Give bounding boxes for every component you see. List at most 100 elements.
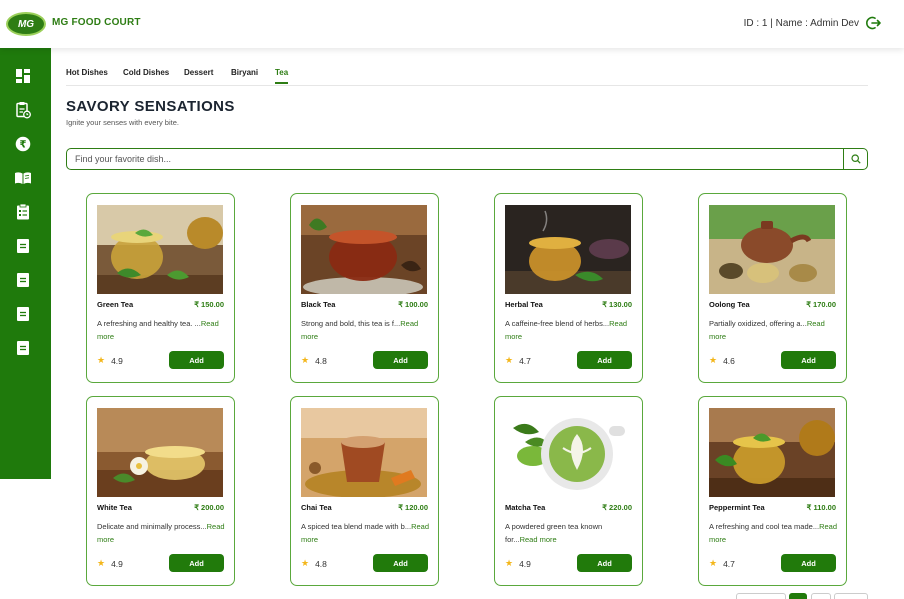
product-name: Chai Tea bbox=[301, 503, 332, 512]
product-name: Oolong Tea bbox=[709, 300, 750, 309]
product-price: ₹ 150.00 bbox=[194, 300, 224, 309]
search-input[interactable] bbox=[66, 148, 844, 170]
product-name: Green Tea bbox=[97, 300, 134, 309]
rating-value: 4.8 bbox=[315, 355, 327, 366]
product-image bbox=[301, 408, 427, 497]
product-image bbox=[709, 205, 835, 294]
add-to-cart-button[interactable]: Add bbox=[577, 554, 632, 572]
product-image bbox=[97, 408, 223, 497]
rating-value: 4.9 bbox=[111, 558, 123, 569]
star-icon: ★ bbox=[709, 355, 718, 365]
rating-value: 4.8 bbox=[315, 558, 327, 569]
top-header: MG MG FOOD COURT ID : 1 | Name : Admin D… bbox=[0, 0, 904, 48]
rating-value: 4.9 bbox=[111, 355, 123, 366]
product-name: Black Tea bbox=[301, 300, 336, 309]
product-description: A spiced tea blend made with b...Read mo… bbox=[301, 521, 429, 546]
document-icon[interactable] bbox=[14, 271, 32, 289]
description-text: Partially oxidized, offering a... bbox=[709, 319, 807, 328]
tab-tea[interactable]: Tea bbox=[275, 68, 289, 84]
rating-value: 4.9 bbox=[519, 558, 531, 569]
description-text: A caffeine-free blend of herbs... bbox=[505, 319, 610, 328]
rating-value: 4.6 bbox=[723, 355, 735, 366]
add-to-cart-button[interactable]: Add bbox=[373, 554, 428, 572]
product-image bbox=[97, 205, 223, 294]
product-card: Peppermint Tea ₹ 110.00 A refreshing and… bbox=[698, 396, 847, 586]
pagination-page-button[interactable] bbox=[811, 593, 831, 599]
pagination-page-button[interactable] bbox=[789, 593, 807, 599]
document-icon[interactable] bbox=[14, 305, 32, 323]
pagination-prev-button[interactable] bbox=[736, 593, 786, 599]
product-image bbox=[709, 408, 835, 497]
search-icon bbox=[850, 154, 861, 164]
svg-text:₹: ₹ bbox=[20, 140, 27, 151]
add-to-cart-button[interactable]: Add bbox=[169, 554, 224, 572]
star-icon: ★ bbox=[301, 355, 310, 365]
user-info: ID : 1 | Name : Admin Dev bbox=[743, 18, 859, 29]
read-more-link[interactable]: Read more bbox=[520, 535, 557, 544]
search-button[interactable] bbox=[843, 148, 868, 170]
product-card: Matcha Tea ₹ 220.00 A powdered green tea… bbox=[494, 396, 643, 586]
product-description: A powdered green tea known for...Read mo… bbox=[505, 521, 633, 546]
product-card: Chai Tea ₹ 120.00 A spiced tea blend mad… bbox=[290, 396, 439, 586]
product-rating: ★ 4.6 bbox=[709, 355, 735, 366]
document-icon[interactable] bbox=[14, 237, 32, 255]
sidebar: ₹ bbox=[0, 48, 51, 479]
tab-dessert[interactable]: Dessert bbox=[184, 68, 213, 77]
page-subtitle: Ignite your senses with every bite. bbox=[66, 118, 179, 127]
star-icon: ★ bbox=[505, 355, 514, 365]
rating-value: 4.7 bbox=[723, 558, 735, 569]
description-text: Delicate and minimally process... bbox=[97, 522, 207, 531]
description-text: A refreshing and healthy tea. ... bbox=[97, 319, 201, 328]
star-icon: ★ bbox=[97, 558, 106, 568]
tab-cold-dishes[interactable]: Cold Dishes bbox=[123, 68, 169, 77]
brand-name: MG FOOD COURT bbox=[52, 17, 141, 28]
product-rating: ★ 4.9 bbox=[97, 558, 123, 569]
add-to-cart-button[interactable]: Add bbox=[781, 351, 836, 369]
star-icon: ★ bbox=[505, 558, 514, 568]
tab-biryani[interactable]: Biryani bbox=[231, 68, 258, 77]
description-text: A refreshing and cool tea made... bbox=[709, 522, 820, 531]
add-to-cart-button[interactable]: Add bbox=[781, 554, 836, 572]
product-description: Partially oxidized, offering a...Read mo… bbox=[709, 318, 837, 343]
checklist-icon[interactable] bbox=[14, 203, 32, 221]
product-price: ₹ 130.00 bbox=[602, 300, 632, 309]
product-image bbox=[505, 205, 631, 294]
add-to-cart-button[interactable]: Add bbox=[169, 351, 224, 369]
product-image bbox=[301, 205, 427, 294]
product-price: ₹ 120.00 bbox=[398, 503, 428, 512]
product-rating: ★ 4.9 bbox=[505, 558, 531, 569]
product-card: Green Tea ₹ 150.00 A refreshing and heal… bbox=[86, 193, 235, 383]
product-description: A refreshing and cool tea made...Read mo… bbox=[709, 521, 837, 546]
product-description: A caffeine-free blend of herbs...Read mo… bbox=[505, 318, 633, 343]
product-card: Black Tea ₹ 100.00 Strong and bold, this… bbox=[290, 193, 439, 383]
page-title: SAVORY SENSATIONS bbox=[66, 98, 235, 115]
product-rating: ★ 4.8 bbox=[301, 558, 327, 569]
add-to-cart-button[interactable]: Add bbox=[373, 351, 428, 369]
product-description: A refreshing and healthy tea. ...Read mo… bbox=[97, 318, 225, 343]
book-icon[interactable] bbox=[14, 169, 32, 187]
product-name: White Tea bbox=[97, 503, 132, 512]
clipboard-clock-icon[interactable] bbox=[14, 101, 32, 119]
product-name: Herbal Tea bbox=[505, 300, 543, 309]
star-icon: ★ bbox=[301, 558, 310, 568]
product-image bbox=[505, 408, 631, 497]
product-price: ₹ 100.00 bbox=[398, 300, 428, 309]
star-icon: ★ bbox=[709, 558, 718, 568]
product-rating: ★ 4.9 bbox=[97, 355, 123, 366]
add-to-cart-button[interactable]: Add bbox=[577, 351, 632, 369]
product-card: Herbal Tea ₹ 130.00 A caffeine-free blen… bbox=[494, 193, 643, 383]
product-price: ₹ 110.00 bbox=[806, 503, 836, 512]
tab-hot-dishes[interactable]: Hot Dishes bbox=[66, 68, 108, 77]
dashboard-icon[interactable] bbox=[14, 67, 32, 85]
star-icon: ★ bbox=[97, 355, 106, 365]
product-description: Strong and bold, this tea is f...Read mo… bbox=[301, 318, 429, 343]
category-tabs: Hot Dishes Cold Dishes Dessert Biryani T… bbox=[66, 64, 868, 86]
document-icon[interactable] bbox=[14, 339, 32, 357]
logout-icon[interactable] bbox=[866, 15, 882, 31]
product-price: ₹ 200.00 bbox=[194, 503, 224, 512]
product-rating: ★ 4.8 bbox=[301, 355, 327, 366]
pagination-next-button[interactable] bbox=[834, 593, 868, 599]
rupee-icon[interactable]: ₹ bbox=[14, 135, 32, 153]
logo-text: MG bbox=[17, 18, 35, 30]
logo[interactable]: MG bbox=[6, 12, 46, 36]
